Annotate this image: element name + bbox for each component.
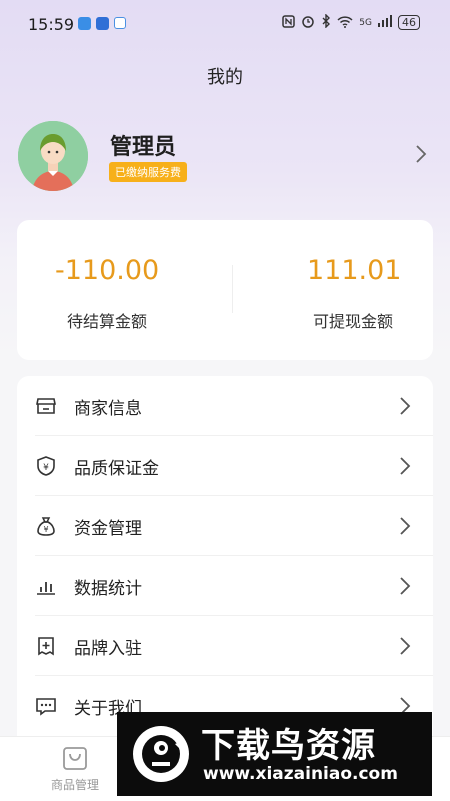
chat-dots-icon — [35, 695, 57, 717]
yen-shield-icon: ¥ — [35, 455, 57, 477]
bluetooth-icon — [321, 13, 331, 31]
store-icon — [35, 395, 57, 417]
watermark-title: 下载鸟资源 — [201, 726, 376, 766]
wifi-icon — [337, 15, 353, 31]
menu-item-brand-settlement[interactable]: 品牌入驻 — [17, 616, 433, 676]
chevron-right-icon — [395, 455, 415, 477]
status-indicators: 5G 46 — [282, 13, 420, 31]
status-time: 15:59 — [28, 15, 75, 34]
alarm-icon — [301, 14, 315, 31]
notification-app-icon — [78, 17, 91, 30]
svg-text:¥: ¥ — [43, 463, 49, 473]
menu-item-label: 商家信息 — [74, 399, 142, 419]
money-bag-icon: ¥ — [35, 515, 57, 537]
withdrawable-amount[interactable]: 111.01 — [307, 255, 401, 286]
menu-item-label: 资金管理 — [74, 519, 142, 539]
menu-item-fund-management[interactable]: ¥ 资金管理 — [17, 496, 433, 556]
chevron-right-icon — [395, 635, 415, 657]
menu-item-label: 品质保证金 — [74, 459, 159, 479]
pending-settlement-label: 待结算金额 — [67, 312, 148, 331]
notification-app-icon — [96, 17, 109, 30]
shopping-bag-icon — [60, 743, 90, 773]
add-brand-icon — [35, 635, 57, 657]
balance-card: -110.00 待结算金额 111.01 可提现金额 — [17, 220, 433, 360]
tab-product-management[interactable]: 商品管理 — [35, 743, 115, 793]
chevron-right-icon — [395, 515, 415, 537]
chevron-right-icon — [395, 395, 415, 417]
signal-icon — [378, 15, 392, 30]
chevron-right-icon — [410, 143, 432, 165]
page-title: 我的 — [207, 67, 243, 88]
user-name: 管理员 — [110, 135, 177, 160]
menu-item-label: 数据统计 — [74, 579, 142, 599]
pending-settlement-amount[interactable]: -110.00 — [55, 255, 159, 286]
profile-header[interactable]: 管理员 已缴纳服务费 — [18, 121, 438, 191]
bar-chart-icon — [35, 575, 57, 597]
network-type: 5G — [359, 17, 372, 28]
chevron-right-icon — [395, 575, 415, 597]
tab-label: 商品管理 — [50, 778, 99, 792]
nfc-icon — [282, 14, 296, 31]
menu-item-merchant-info[interactable]: 商家信息 — [17, 376, 433, 436]
svg-text:¥: ¥ — [43, 525, 48, 534]
menu-item-label: 品牌入驻 — [74, 639, 142, 659]
menu-item-data-statistics[interactable]: 数据统计 — [17, 556, 433, 616]
watermark-banner: 下载鸟资源 www.xiazainiao.com — [117, 712, 432, 796]
card-divider — [232, 265, 233, 313]
bird-logo-icon — [131, 724, 191, 784]
battery-indicator: 46 — [398, 15, 420, 30]
withdrawable-label: 可提现金额 — [313, 312, 394, 331]
menu-item-quality-deposit[interactable]: ¥ 品质保证金 — [17, 436, 433, 496]
status-bar: 15:59 5G 46 — [0, 0, 450, 50]
watermark-url: www.xiazainiao.com — [203, 764, 398, 784]
notification-app-icon — [114, 17, 126, 29]
service-fee-badge: 已缴纳服务费 — [109, 162, 187, 182]
avatar — [18, 121, 88, 191]
